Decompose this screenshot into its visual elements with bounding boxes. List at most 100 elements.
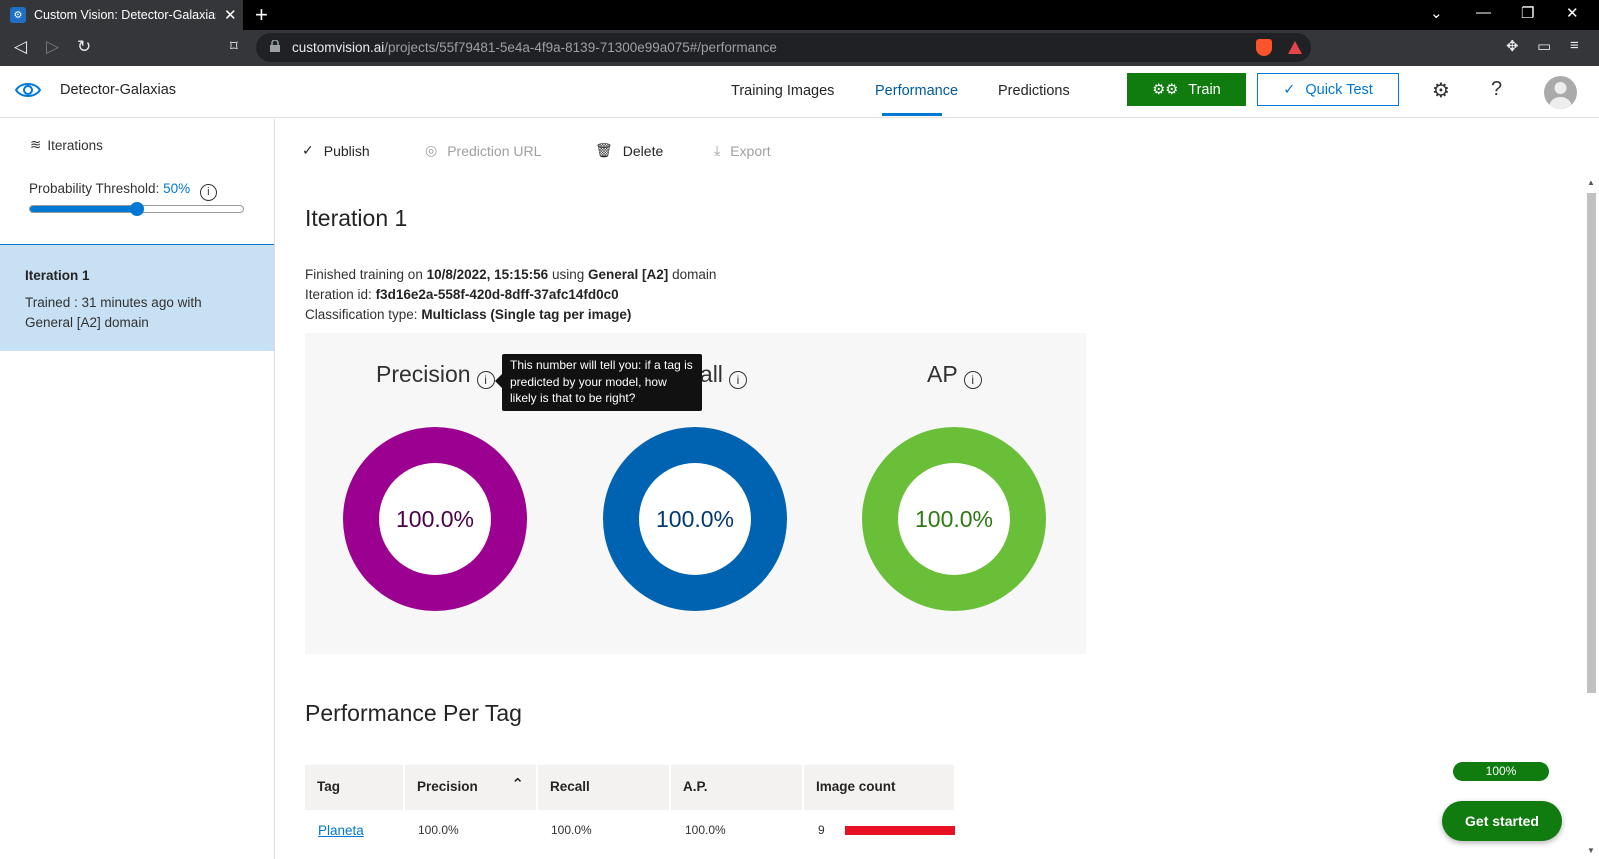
extensions-icon[interactable]: ✥: [1506, 37, 1519, 55]
reload-icon[interactable]: ↻: [77, 37, 91, 57]
tag-link-planeta[interactable]: Planeta: [318, 823, 364, 838]
onboarding-progress-badge: 100%: [1453, 762, 1549, 781]
column-header-tag[interactable]: Tag: [305, 765, 403, 810]
browser-tab-bar: ⚙ Custom Vision: Detector-Galaxias ✕ + ⌄…: [0, 0, 1599, 30]
export-label: Export: [730, 142, 771, 159]
iterations-sidebar: ≋ Iterations Probability Threshold: 50% …: [0, 119, 275, 859]
recall-donut: 100.0%: [603, 427, 787, 611]
ap-value: 100.0%: [898, 463, 1010, 575]
tab-search-chevron-icon[interactable]: ⌄: [1430, 4, 1443, 22]
scroll-thumb[interactable]: [1587, 193, 1596, 693]
ap-info-icon[interactable]: i: [963, 371, 982, 389]
row-image-count: 9: [818, 823, 825, 837]
ap-donut: 100.0%: [862, 427, 1046, 611]
recall-value: 100.0%: [639, 463, 751, 575]
column-header-image-count[interactable]: Image count: [804, 765, 954, 810]
precision-tooltip: This number will tell you: if a tag is p…: [495, 354, 702, 411]
menu-icon[interactable]: ≡: [1570, 37, 1579, 54]
probability-threshold: Probability Threshold: 50% i: [29, 181, 217, 201]
finished-training-line: Finished training on 10/8/2022, 15:15:56…: [305, 267, 717, 282]
sort-ascending-icon[interactable]: ⌃: [511, 775, 524, 793]
precision-value: 100.0%: [379, 463, 491, 575]
scroll-up-icon[interactable]: ▲: [1587, 178, 1595, 187]
image-count-bar: [845, 826, 955, 835]
prediction-url-button[interactable]: ◎ Prediction URL: [425, 142, 541, 159]
classification-type-line: Classification type: Multiclass (Single …: [305, 307, 632, 322]
iteration-card-desc: Trained : 31 minutes ago with General [A…: [25, 295, 202, 330]
delete-button[interactable]: 🗑 Delete: [595, 142, 663, 159]
app-header: Detector-Galaxias Training Images Perfor…: [0, 66, 1599, 118]
new-tab-icon[interactable]: +: [255, 2, 268, 28]
scroll-down-icon[interactable]: ▼: [1587, 846, 1595, 855]
column-header-precision[interactable]: Precision ⌃: [405, 765, 536, 810]
precision-info-icon[interactable]: i: [476, 371, 495, 389]
checkmark-icon: ✓: [1283, 81, 1296, 98]
column-header-recall[interactable]: Recall: [538, 765, 669, 810]
threshold-label: Probability Threshold:: [29, 181, 160, 196]
tab-training-images[interactable]: Training Images: [731, 83, 834, 99]
minimize-icon[interactable]: —: [1476, 4, 1491, 21]
slider-thumb[interactable]: [129, 202, 144, 216]
train-button[interactable]: ⚙⚙ Train: [1127, 73, 1246, 106]
slider-fill: [30, 206, 137, 212]
bookmark-icon[interactable]: ⌑: [230, 37, 238, 55]
precision-title: Precision i: [376, 361, 495, 389]
quick-test-label: Quick Test: [1305, 81, 1373, 98]
threshold-slider[interactable]: [29, 202, 244, 216]
prediction-url-label: Prediction URL: [447, 142, 542, 159]
trash-icon: 🗑: [595, 142, 613, 158]
tab-title: Custom Vision: Detector-Galaxias: [34, 8, 216, 22]
quick-test-button[interactable]: ✓ Quick Test: [1257, 73, 1399, 106]
row-ap: 100.0%: [685, 823, 726, 837]
browser-tab[interactable]: ⚙ Custom Vision: Detector-Galaxias ✕: [0, 0, 243, 30]
restore-icon[interactable]: ❐: [1521, 4, 1534, 22]
forward-icon[interactable]: ▷: [46, 37, 59, 57]
brave-shield-icon[interactable]: [1256, 39, 1272, 56]
column-header-ap[interactable]: A.P.: [671, 765, 802, 810]
back-icon[interactable]: ◁: [14, 37, 27, 57]
settings-gear-icon[interactable]: ⚙: [1432, 78, 1450, 103]
main-scrollbar[interactable]: ▲ ▼: [1584, 178, 1599, 859]
threshold-value: 50%: [163, 181, 191, 196]
browser-toolbar: ◁ ▷ ↻ ⌑ customvision.ai/projects/55f7948…: [0, 30, 1599, 66]
get-started-button[interactable]: Get started: [1442, 801, 1562, 841]
ap-title: AP i: [927, 361, 982, 389]
window-close-icon[interactable]: ✕: [1566, 4, 1579, 22]
iterations-header: ≋ Iterations: [30, 137, 103, 153]
url-text: customvision.ai/projects/55f79481-5e4a-4…: [292, 40, 777, 55]
lock-icon: [270, 40, 280, 52]
wallet-icon[interactable]: ▭: [1537, 37, 1551, 55]
gears-icon: ⚙⚙: [1152, 81, 1179, 98]
globe-icon: ◎: [425, 142, 438, 158]
iteration-card-title: Iteration 1: [25, 268, 90, 283]
help-icon[interactable]: ?: [1491, 78, 1502, 101]
performance-per-tag-heading: Performance Per Tag: [305, 700, 522, 726]
iterations-label: Iterations: [47, 137, 103, 153]
precision-donut: 100.0%: [343, 427, 527, 611]
user-avatar-icon: [1549, 82, 1572, 109]
brave-rewards-icon[interactable]: [1288, 41, 1302, 54]
threshold-info-icon[interactable]: i: [199, 184, 217, 201]
tab-performance[interactable]: Performance: [875, 83, 958, 99]
publish-button[interactable]: ✓ Publish: [302, 142, 370, 159]
active-tab-underline: [882, 113, 942, 116]
row-recall: 100.0%: [551, 823, 592, 837]
download-icon: ⤓: [714, 142, 721, 158]
recall-info-icon[interactable]: i: [728, 371, 747, 389]
custom-vision-favicon-icon: ⚙: [10, 7, 26, 23]
row-precision: 100.0%: [418, 823, 459, 837]
project-name[interactable]: Detector-Galaxias: [60, 82, 176, 98]
export-button[interactable]: ⤓ Export: [714, 142, 771, 159]
delete-label: Delete: [622, 142, 664, 159]
layers-icon: ≋: [30, 137, 42, 152]
address-bar[interactable]: customvision.ai/projects/55f79481-5e4a-4…: [256, 33, 1311, 62]
tab-predictions[interactable]: Predictions: [998, 83, 1070, 99]
publish-label: Publish: [323, 142, 370, 159]
avatar[interactable]: [1544, 76, 1577, 109]
close-tab-icon[interactable]: ✕: [224, 6, 237, 24]
train-label: Train: [1188, 81, 1221, 98]
checkmark-icon: ✓: [302, 142, 314, 158]
iteration-heading: Iteration 1: [305, 205, 408, 231]
custom-vision-eye-icon[interactable]: [14, 79, 42, 101]
iteration-card[interactable]: Iteration 1 Trained : 31 minutes ago wit…: [0, 244, 274, 351]
